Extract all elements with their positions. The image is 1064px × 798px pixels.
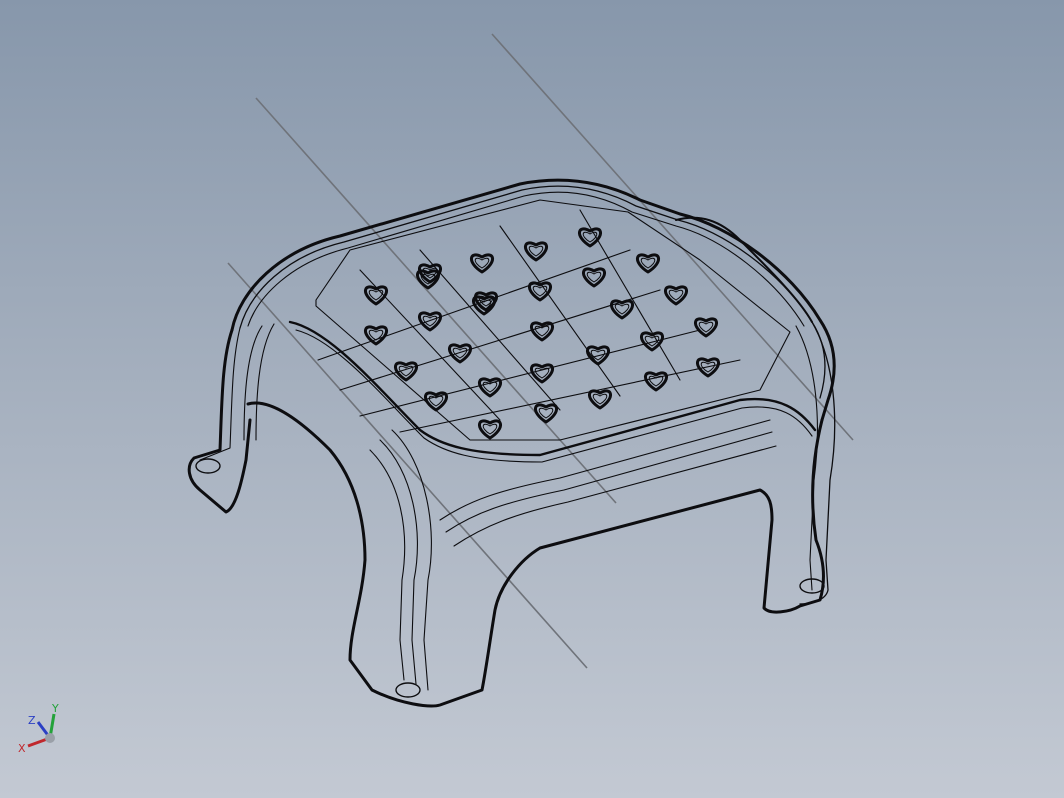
heart-cutout	[578, 227, 602, 248]
triad-origin	[45, 733, 55, 743]
heart-cutout	[448, 343, 472, 364]
left-leg-rib	[255, 323, 275, 441]
stool-model-wireframe[interactable]	[0, 0, 1064, 798]
heart-cutout	[524, 241, 548, 262]
heart-cutout	[694, 317, 718, 338]
front-leg-rib	[439, 419, 771, 521]
heart-cutout	[644, 371, 668, 392]
foot-pad	[395, 682, 421, 698]
heart-cutout	[610, 299, 634, 320]
left-leg-rib	[243, 325, 263, 441]
heart-cutout	[364, 325, 388, 346]
construction-axis-lines	[227, 33, 854, 669]
x-axis-label: X	[18, 742, 26, 755]
y-axis-label: Y	[51, 702, 59, 715]
heart-cutout	[640, 331, 664, 352]
heart-cutout	[696, 357, 720, 378]
heart-cutout	[636, 253, 660, 274]
heart-cutout	[528, 281, 552, 302]
stool-body	[187, 178, 836, 708]
axis-line	[255, 97, 617, 504]
orientation-triad[interactable]: Y Z X	[14, 700, 74, 760]
z-axis-label: Z	[28, 714, 36, 727]
heart-cutout	[530, 321, 554, 342]
heart-cutout	[534, 403, 558, 424]
seat-outer-edge	[230, 178, 836, 422]
heart-cutout	[418, 311, 442, 332]
heart-cutout	[588, 389, 612, 410]
heart-cutouts	[364, 227, 720, 440]
right-leg-edge	[799, 321, 836, 605]
seat-grid-line	[419, 249, 561, 411]
front-leg-rib	[379, 439, 418, 685]
heart-cutout	[470, 253, 494, 274]
cad-viewport[interactable]: Y Z X	[0, 0, 1064, 798]
seat-grid-line	[399, 359, 741, 433]
heart-cutout	[530, 363, 554, 384]
heart-cutout	[364, 285, 388, 306]
front-legs-outline	[246, 401, 825, 708]
foot-pad	[195, 458, 221, 474]
seat-inner-edge-2	[247, 191, 805, 327]
front-leg-rib	[369, 449, 406, 681]
seat-grid-line	[499, 225, 621, 397]
left-leg-outer	[187, 328, 252, 514]
heart-cutout	[664, 285, 688, 306]
heart-cutout	[478, 419, 502, 440]
front-leg-rib	[391, 429, 432, 691]
heart-cutout	[582, 267, 606, 288]
front-leg-rib	[445, 431, 773, 533]
